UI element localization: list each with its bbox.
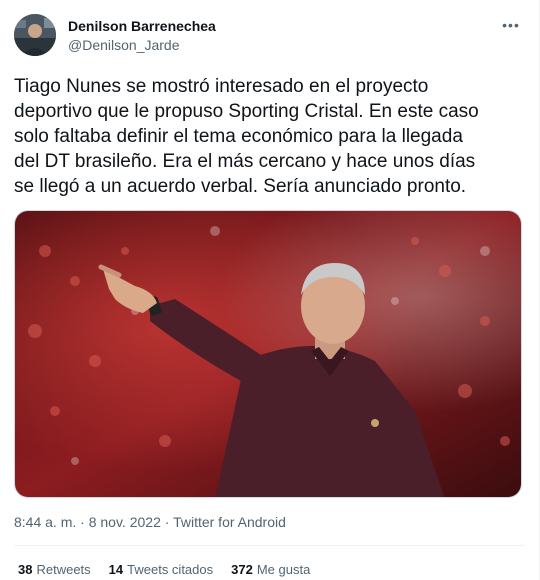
retweets-label: Retweets <box>36 562 91 577</box>
likes-label: Me gusta <box>256 562 311 577</box>
retweets-stat[interactable]: 38 Retweets <box>18 562 91 577</box>
tweet-time[interactable]: 8:44 a. m. <box>14 514 76 530</box>
coach-pointing-photo <box>15 211 521 497</box>
author-handle[interactable]: @Denilson_Jarde <box>68 36 216 54</box>
quotes-label: Tweets citados <box>127 562 214 577</box>
tweet-photo[interactable] <box>14 210 522 498</box>
tweet-stats: 38 Retweets 14 Tweets citados 372 Me gusta <box>18 562 310 577</box>
tweet-header: Denilson Barrenechea @Denilson_Jarde ••• <box>14 14 524 58</box>
divider <box>14 545 525 546</box>
quotes-count: 14 <box>108 562 124 577</box>
quote-tweets-stat[interactable]: 14 Tweets citados <box>109 562 213 577</box>
tweet-date[interactable]: 8 nov. 2022 <box>89 514 161 530</box>
retweets-count: 38 <box>18 562 33 577</box>
likes-count: 372 <box>231 562 253 577</box>
tweet-card: Denilson Barrenechea @Denilson_Jarde •••… <box>0 0 540 580</box>
meta-separator: · <box>164 514 170 530</box>
author-display-name[interactable]: Denilson Barrenechea <box>68 17 216 35</box>
author-names: Denilson Barrenechea @Denilson_Jarde <box>68 17 216 54</box>
more-options-icon[interactable]: ••• <box>500 18 522 36</box>
tweet-source[interactable]: Twitter for Android <box>173 514 286 530</box>
avatar[interactable] <box>14 14 56 56</box>
meta-separator: · <box>80 514 85 530</box>
tweet-meta: 8:44 a. m. · 8 nov. 2022 · Twitter for A… <box>14 514 286 530</box>
likes-stat[interactable]: 372 Me gusta <box>231 562 310 577</box>
tweet-text: Tiago Nunes se mostró interesado en el p… <box>14 76 479 197</box>
